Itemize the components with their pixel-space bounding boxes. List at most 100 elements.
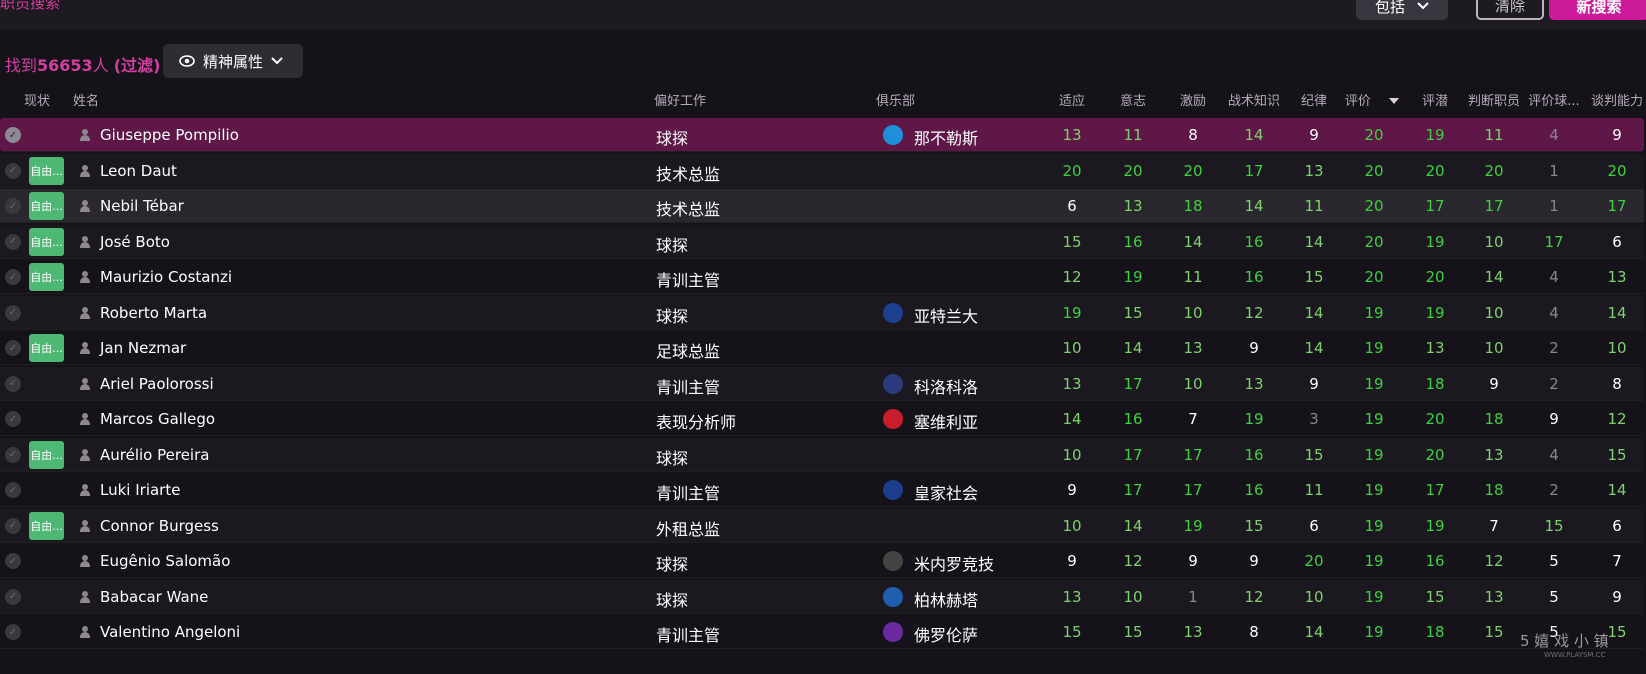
staff-name[interactable]: Giuseppe Pompilio: [100, 126, 239, 144]
check-icon[interactable]: ✓: [5, 233, 21, 250]
attribute-value: 19: [1364, 339, 1384, 357]
attribute-value: 2: [1549, 374, 1559, 393]
check-icon[interactable]: ✓: [5, 127, 21, 143]
table-row[interactable]: ✓ Giuseppe Pompilio 球探 那不勒斯 13 11 8 14 9 20 19 11 4 9: [0, 118, 1644, 152]
attribute-value: 17: [1484, 197, 1504, 215]
check-icon[interactable]: ✓: [5, 553, 21, 569]
col-name[interactable]: 姓名: [73, 90, 99, 109]
attribute-value: 15: [1304, 445, 1324, 464]
staff-name[interactable]: Eugênio Salomão: [100, 552, 230, 570]
attribute-value: 8: [1249, 623, 1259, 641]
staff-name[interactable]: Luki Iriarte: [100, 481, 180, 499]
attribute-value: 10: [1304, 587, 1324, 606]
club-name[interactable]: 佛罗伦萨: [914, 622, 978, 646]
col-motivating[interactable]: 激励: [1163, 90, 1223, 109]
check-icon[interactable]: ✓: [5, 375, 21, 392]
club-name[interactable]: 那不勒斯: [914, 125, 978, 149]
table-row[interactable]: ✓ Eugênio Salomão 球探 米内罗竞技 9 12 9 9 20 19 16 12 5 7: [0, 544, 1644, 578]
attribute-value: 13: [1304, 161, 1324, 180]
table-row[interactable]: ✓ Roberto Marta 球探 亚特兰大 19 15 10 12 14 19 19 10 4 14: [0, 295, 1644, 330]
check-icon[interactable]: ✓: [5, 517, 21, 534]
check-icon[interactable]: ✓: [5, 446, 21, 463]
table-row[interactable]: ✓ Marcos Gallego 表现分析师 塞维利亚 14 16 7 19 3 19 20 18 9 1…: [0, 402, 1644, 436]
table-row[interactable]: ✓ 自由... Aurélio Pereira 球探 10 17 17 16 15 19 20 13 4…: [0, 437, 1644, 472]
table-row[interactable]: ✓ 自由... Maurizio Costanzi 青训主管 12 19 11 16 15 20 2…: [0, 260, 1644, 294]
table-row[interactable]: ✓ 自由... Jan Nezmar 足球总监 10 14 13 9 14 19 13 10 2 10: [0, 331, 1644, 365]
check-icon[interactable]: ✓: [5, 198, 21, 214]
attribute-value: 13: [1484, 445, 1504, 464]
attribute-value: 17: [1183, 481, 1203, 499]
attribute-value: 13: [1425, 339, 1445, 357]
attribute-value: 20: [1062, 161, 1082, 180]
staff-name[interactable]: Jan Nezmar: [100, 339, 186, 357]
check-icon[interactable]: ✓: [5, 269, 21, 285]
attribute-value: 14: [1607, 481, 1627, 499]
col-judging-staff[interactable]: 判断职员: [1464, 90, 1524, 109]
free-status-badge: 自由...: [29, 227, 64, 256]
attribute-value: 10: [1062, 445, 1082, 464]
club-name[interactable]: 塞维利亚: [914, 409, 978, 433]
staff-name[interactable]: Valentino Angeloni: [100, 623, 240, 641]
person-icon: [79, 626, 91, 638]
club-name[interactable]: 皇家社会: [914, 480, 978, 504]
chevron-down-icon: [271, 57, 283, 65]
col-discipline[interactable]: 纪律: [1284, 90, 1344, 109]
club-name[interactable]: 柏林赫塔: [914, 587, 978, 611]
check-icon[interactable]: ✓: [5, 482, 21, 498]
table-row[interactable]: ✓ Valentino Angeloni 青训主管 佛罗伦萨 15 15 13 8 14 19 18…: [0, 615, 1644, 649]
attribute-value: 17: [1183, 445, 1203, 464]
col-negotiating[interactable]: 谈判能力: [1587, 90, 1646, 109]
attribute-value: 10: [1484, 339, 1504, 357]
table-row[interactable]: ✓ Ariel Paolorossi 青训主管 科洛科洛 13 17 10 13 9 19 18 9 2…: [0, 366, 1644, 401]
table-row[interactable]: ✓ 自由... José Boto 球探 15 16 14 16 14 20 19 10 17 6: [0, 224, 1644, 259]
clear-button[interactable]: 清除: [1476, 0, 1544, 20]
col-determination[interactable]: 意志: [1103, 90, 1163, 109]
table-row[interactable]: ✓ 自由... Connor Burgess 外租总监 10 14 19 15 6 19 19 7 15…: [0, 508, 1644, 543]
include-dropdown[interactable]: 包括: [1356, 0, 1448, 20]
attribute-value: 14: [1304, 339, 1324, 357]
club-name[interactable]: 科洛科洛: [914, 374, 978, 398]
staff-name[interactable]: Leon Daut: [100, 162, 177, 180]
table-row[interactable]: ✓ 自由... Leon Daut 技术总监 20 20 20 17 13 20 20 20 1 20: [0, 153, 1644, 188]
club-name[interactable]: 亚特兰大: [914, 303, 978, 327]
staff-name[interactable]: Marcos Gallego: [100, 410, 215, 428]
staff-name[interactable]: Aurélio Pereira: [100, 446, 209, 464]
attribute-value: 13: [1484, 587, 1504, 606]
staff-name[interactable]: Connor Burgess: [100, 517, 219, 535]
attribute-value: 19: [1364, 587, 1384, 606]
check-icon[interactable]: ✓: [5, 588, 21, 605]
table-row[interactable]: ✓ Babacar Wane 球探 柏林赫塔 13 10 1 12 10 19 15 13 5 9: [0, 579, 1644, 614]
staff-name[interactable]: Babacar Wane: [100, 588, 208, 606]
attribute-value: 20: [1183, 161, 1203, 180]
attribute-value: 20: [1123, 161, 1143, 180]
col-job[interactable]: 偏好工作: [654, 90, 706, 109]
col-club[interactable]: 俱乐部: [876, 90, 915, 109]
check-icon[interactable]: ✓: [5, 304, 21, 321]
attribute-value: 11: [1123, 126, 1143, 144]
col-judging-potential[interactable]: 评潜: [1405, 90, 1465, 109]
check-icon[interactable]: ✓: [5, 624, 21, 640]
check-icon[interactable]: ✓: [5, 162, 21, 179]
staff-name[interactable]: Ariel Paolorossi: [100, 375, 214, 393]
view-selector[interactable]: 精神属性: [163, 44, 303, 78]
col-tactical[interactable]: 战术知识: [1224, 90, 1284, 109]
col-judging-players[interactable]: 评价球...: [1524, 90, 1584, 109]
staff-name[interactable]: Nebil Tébar: [100, 197, 184, 215]
check-icon[interactable]: ✓: [5, 340, 21, 356]
attribute-value: 14: [1244, 126, 1264, 144]
staff-name[interactable]: José Boto: [100, 233, 170, 251]
col-adaptability[interactable]: 适应: [1042, 90, 1102, 109]
table-row[interactable]: ✓ 自由... Nebil Tébar 技术总监 6 13 18 14 11 20 17 17 1 17: [0, 189, 1644, 223]
staff-name[interactable]: Roberto Marta: [100, 304, 207, 322]
new-search-button[interactable]: 新搜索: [1549, 0, 1646, 20]
free-status-badge: 自由...: [29, 440, 64, 469]
staff-name[interactable]: Maurizio Costanzi: [100, 268, 232, 286]
attribute-value: 18: [1425, 374, 1445, 393]
col-status[interactable]: 现状: [24, 90, 50, 109]
check-icon[interactable]: ✓: [5, 411, 21, 427]
filter-note[interactable]: (过滤): [114, 56, 161, 75]
club-name[interactable]: 米内罗竞技: [914, 551, 994, 575]
col-judging-ability[interactable]: 评价: [1342, 90, 1402, 109]
result-count: 56653: [37, 56, 93, 75]
table-row[interactable]: ✓ Luki Iriarte 青训主管 皇家社会 9 17 17 16 11 19 17 18 2 14: [0, 473, 1644, 507]
